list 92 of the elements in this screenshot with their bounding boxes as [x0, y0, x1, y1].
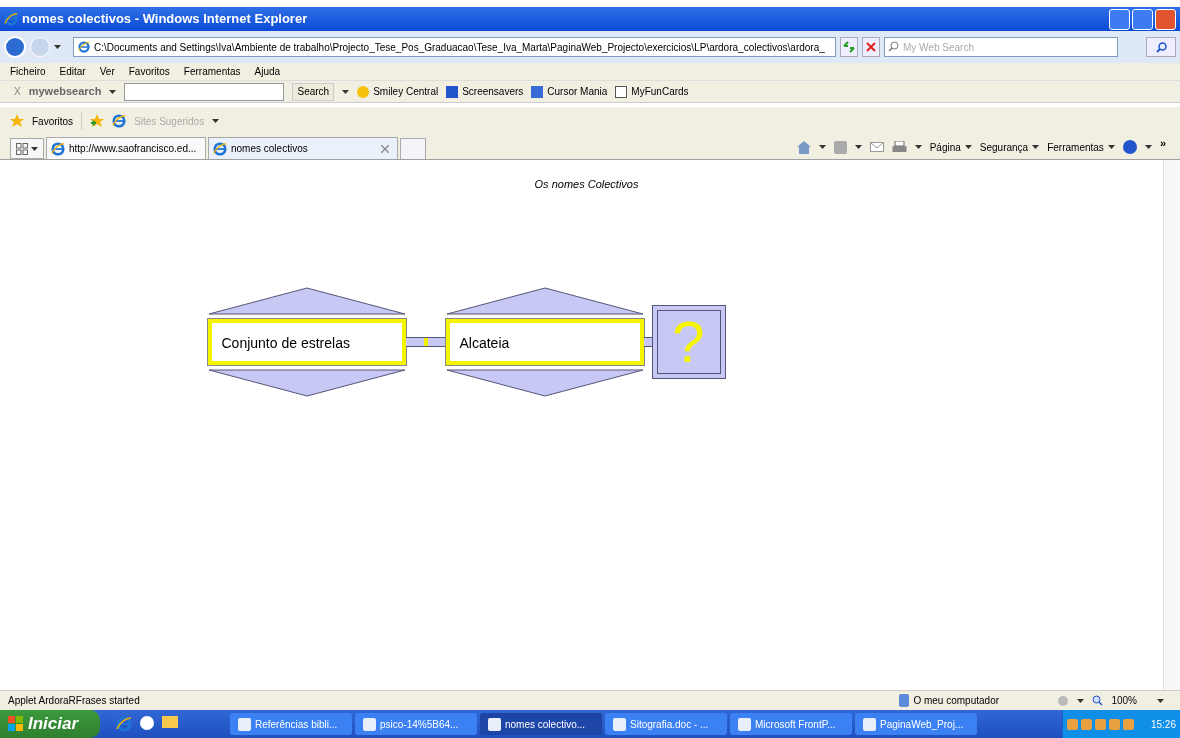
toolbar-link[interactable]: Screensavers: [462, 84, 524, 99]
app-icon: [863, 717, 876, 731]
menu-item[interactable]: Ver: [99, 64, 115, 79]
search-go-button[interactable]: [1146, 37, 1176, 57]
dropdown-caret-icon[interactable]: [1144, 145, 1152, 149]
menu-item[interactable]: Ajuda: [254, 64, 281, 79]
star-icon: [10, 114, 24, 128]
dropdown-caret-icon[interactable]: [1032, 145, 1040, 149]
scrollbar[interactable]: [1163, 160, 1180, 690]
taskbar-button[interactable]: psico-14%5B64...: [355, 713, 477, 735]
question-mark: ?: [672, 312, 705, 371]
back-button[interactable]: [4, 36, 26, 58]
start-button[interactable]: Iniciar: [0, 710, 100, 738]
status-text: Applet ArdoraRFrases started: [8, 694, 140, 708]
dropdown-caret-icon[interactable]: [1107, 145, 1115, 149]
dropdown-caret-icon[interactable]: [914, 145, 922, 149]
menu-item[interactable]: Editar: [59, 64, 86, 79]
clock: 15:26: [1150, 717, 1176, 732]
add-star-icon[interactable]: [90, 114, 105, 128]
print-icon[interactable]: [891, 140, 907, 154]
dropdown-caret-icon[interactable]: [1157, 698, 1164, 703]
taskbar-button[interactable]: Referências bibli...: [230, 713, 352, 735]
taskbar-button[interactable]: Sitografia.doc - ...: [605, 713, 727, 735]
app-icon: [238, 717, 251, 731]
joint-mark: [423, 337, 428, 346]
search-field[interactable]: My Web Search: [884, 37, 1118, 57]
taskbar-button[interactable]: nomes colectivo...: [480, 713, 602, 735]
taskbar-button[interactable]: PaginaWeb_Proj...: [855, 713, 977, 735]
app-icon: [488, 717, 501, 731]
word-piece[interactable]: Conjunto de estrelas: [207, 318, 406, 365]
window-title: nomes colectivos - Windows Internet Explorer: [22, 10, 308, 29]
zone-text: O meu computador: [913, 694, 1000, 708]
e-logo-icon: [4, 12, 18, 26]
toolbar-link[interactable]: MyFunCards: [631, 84, 689, 99]
close-icon[interactable]: [381, 144, 389, 153]
toolbar-link-icon: [357, 85, 370, 98]
quick-tabs-button[interactable]: [10, 138, 44, 159]
dropdown-caret-icon[interactable]: [854, 145, 862, 149]
close-button[interactable]: [1155, 8, 1176, 30]
refresh-button[interactable]: [840, 37, 858, 57]
zoom-level[interactable]: 100%: [1111, 693, 1137, 708]
page-heading: Os nomes Colectivos: [534, 177, 639, 192]
menu-item[interactable]: Favoritos: [128, 64, 170, 79]
dropdown-caret-icon[interactable]: [54, 45, 61, 49]
dropdown-caret-icon[interactable]: [1077, 698, 1085, 703]
stop-x-icon: [866, 42, 876, 52]
quick-launch-icon[interactable]: [140, 716, 154, 730]
search-icon: [888, 41, 899, 52]
word-piece[interactable]: Alcateia: [445, 318, 644, 365]
app-icon: [613, 717, 626, 731]
search-icon: [1155, 41, 1167, 53]
e-logo-icon: [213, 141, 227, 156]
browser-tab[interactable]: nomes colectivos: [208, 137, 398, 159]
websearch-field[interactable]: [124, 82, 285, 101]
dropdown-caret-icon[interactable]: [342, 89, 350, 94]
taskbar-button[interactable]: Microsoft FrontP...: [730, 713, 852, 735]
dropdown-caret-icon[interactable]: [818, 145, 826, 149]
toolbar-link[interactable]: Smiley Central: [373, 84, 439, 99]
address-field[interactable]: C:\Documents and Settings\Iva\Ambiente de trabalho\Projecto_Tese_Pos_Graduacao\Tese_Iva_Marta\PaginaWeb_Projecto\exercicios\LP\ardora_colectivos\ardora_: [73, 37, 836, 57]
command-menu-button[interactable]: Ferramentas: [1047, 139, 1104, 155]
e-logo-icon: [116, 716, 132, 732]
address-text: C:\Documents and Settings\Iva\Ambiente de trabalho\Projecto_Tese_Pos_Graduacao\Tese_Iva_Marta\PaginaWeb_Projecto\exercicios\LP\ardora_colectivos\ardora_: [94, 40, 825, 55]
command-menu-button[interactable]: Segurança: [979, 139, 1029, 155]
dropdown-caret-icon[interactable]: [212, 119, 220, 123]
toolbar-brand: mywebsearch: [28, 84, 102, 100]
more-commands-button[interactable]: »: [1159, 135, 1166, 152]
stop-button[interactable]: [862, 37, 880, 57]
e-logo-icon: [112, 114, 127, 128]
windows-flag-icon: [8, 716, 24, 732]
menu-item[interactable]: Ficheiro: [10, 64, 46, 79]
e-logo-icon: [78, 41, 90, 53]
toolbar-link-icon: [615, 85, 628, 98]
favorites-button[interactable]: Favoritos: [32, 113, 74, 129]
dropdown-caret-icon[interactable]: [30, 146, 38, 151]
suggested-sites-link: Sites Sugeridos: [134, 114, 205, 129]
app-icon: [363, 717, 376, 731]
command-menu-button[interactable]: Página: [929, 139, 961, 155]
home-icon[interactable]: [796, 140, 811, 154]
e-logo-icon: [51, 141, 65, 156]
grid-icon: [16, 142, 29, 155]
app-icon: [738, 717, 751, 731]
browser-tab[interactable]: http://www.saofrancisco.ed...: [46, 137, 206, 159]
refresh-arrows-icon: [843, 41, 855, 53]
dropdown-caret-icon[interactable]: [964, 145, 972, 149]
toolbar-link-icon: [446, 85, 459, 98]
menu-item[interactable]: Ferramentas: [183, 64, 241, 79]
mail-icon[interactable]: [869, 142, 884, 152]
toolbar-link[interactable]: Cursor Mania: [547, 84, 608, 99]
search-button[interactable]: Search: [292, 82, 335, 101]
dropdown-caret-icon[interactable]: [109, 89, 117, 94]
toolbar-link-icon: [531, 85, 544, 98]
zoom-icon: [1092, 695, 1104, 706]
